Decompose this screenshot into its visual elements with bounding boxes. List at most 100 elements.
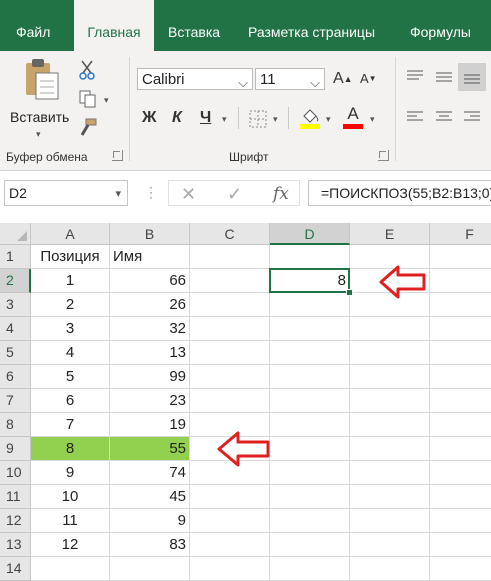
tab-home[interactable]: Главная (74, 0, 154, 52)
row-header-14[interactable]: 14 (0, 557, 31, 581)
cell-a13[interactable]: 12 (31, 533, 110, 557)
cell-a3[interactable]: 2 (31, 293, 110, 317)
cell-e7[interactable] (350, 389, 430, 413)
cell-c6[interactable] (190, 365, 270, 389)
align-middle-icon[interactable] (434, 69, 454, 85)
cell-a11[interactable]: 10 (31, 485, 110, 509)
cell-e11[interactable] (350, 485, 430, 509)
resize-handle-icon[interactable]: ⋮ (144, 184, 159, 201)
cell-a4[interactable]: 3 (31, 317, 110, 341)
cell-e9[interactable] (350, 437, 430, 461)
italic-button[interactable]: К (172, 108, 182, 128)
cell-b6[interactable]: 99 (110, 365, 190, 389)
align-top-icon[interactable] (405, 69, 425, 85)
tab-file[interactable]: Файл (16, 0, 50, 51)
cell-f8[interactable] (430, 413, 491, 437)
font-color-dropdown-icon[interactable]: ▾ (370, 114, 375, 125)
cell-c7[interactable] (190, 389, 270, 413)
cell-f7[interactable] (430, 389, 491, 413)
cell-c11[interactable] (190, 485, 270, 509)
cell-b10[interactable]: 74 (110, 461, 190, 485)
cell-b12[interactable]: 9 (110, 509, 190, 533)
cell-a12[interactable]: 11 (31, 509, 110, 533)
cell-b9[interactable]: 55 (110, 437, 190, 461)
cell-d11[interactable] (270, 485, 350, 509)
cell-c2[interactable] (190, 269, 270, 293)
cell-d7[interactable] (270, 389, 350, 413)
paste-button[interactable]: Вставить ▾ (6, 57, 70, 139)
cell-d12[interactable] (270, 509, 350, 533)
bold-button[interactable]: Ж (142, 108, 156, 128)
borders-dropdown-icon[interactable]: ▾ (273, 114, 278, 125)
cell-f13[interactable] (430, 533, 491, 557)
cell-a9[interactable]: 8 (31, 437, 110, 461)
row-header-13[interactable]: 13 (0, 533, 31, 557)
enter-icon[interactable]: ✓ (227, 184, 242, 205)
align-center-icon[interactable] (434, 109, 454, 125)
cell-e5[interactable] (350, 341, 430, 365)
cell-f14[interactable] (430, 557, 491, 581)
cell-f9[interactable] (430, 437, 491, 461)
cell-e6[interactable] (350, 365, 430, 389)
row-header-1[interactable]: 1 (0, 245, 31, 269)
cell-f4[interactable] (430, 317, 491, 341)
cell-d13[interactable] (270, 533, 350, 557)
cell-b14[interactable] (110, 557, 190, 581)
tab-insert[interactable]: Вставка (168, 0, 220, 51)
shrink-font-button[interactable]: A▼ (360, 69, 377, 89)
row-header-3[interactable]: 3 (0, 293, 31, 317)
cell-c4[interactable] (190, 317, 270, 341)
align-right-icon[interactable] (462, 109, 482, 125)
align-left-icon[interactable] (405, 109, 425, 125)
cell-f2[interactable] (430, 269, 491, 293)
cell-b3[interactable]: 26 (110, 293, 190, 317)
cell-b7[interactable]: 23 (110, 389, 190, 413)
tab-page-layout[interactable]: Разметка страницы (248, 0, 375, 51)
cell-a5[interactable]: 4 (31, 341, 110, 365)
cell-c1[interactable] (190, 245, 270, 269)
name-box[interactable]: D2 ▾ (4, 180, 128, 206)
cut-icon[interactable] (78, 59, 96, 81)
cell-b5[interactable]: 13 (110, 341, 190, 365)
column-header-d[interactable]: D (270, 223, 350, 245)
cell-a14[interactable] (31, 557, 110, 581)
cell-f5[interactable] (430, 341, 491, 365)
select-all-button[interactable] (0, 223, 31, 245)
row-header-7[interactable]: 7 (0, 389, 31, 413)
cell-f10[interactable] (430, 461, 491, 485)
formula-input[interactable]: =ПОИСКПОЗ(55;B2:B13;0) (308, 180, 491, 206)
cell-f1[interactable] (430, 245, 491, 269)
row-header-12[interactable]: 12 (0, 509, 31, 533)
cell-c12[interactable] (190, 509, 270, 533)
cell-b11[interactable]: 45 (110, 485, 190, 509)
column-header-b[interactable]: B (110, 223, 190, 245)
tab-formulas[interactable]: Формулы (410, 0, 471, 51)
row-header-2[interactable]: 2 (0, 269, 31, 293)
cell-c13[interactable] (190, 533, 270, 557)
row-header-4[interactable]: 4 (0, 317, 31, 341)
cell-f11[interactable] (430, 485, 491, 509)
cell-a7[interactable]: 6 (31, 389, 110, 413)
font-launcher-icon[interactable] (378, 150, 389, 161)
align-bottom-button[interactable] (458, 63, 486, 91)
cell-b1[interactable]: Имя (110, 245, 190, 269)
cell-a10[interactable]: 9 (31, 461, 110, 485)
cell-d4[interactable] (270, 317, 350, 341)
column-header-f[interactable]: F (430, 223, 491, 245)
cell-c14[interactable] (190, 557, 270, 581)
copy-dropdown-icon[interactable]: ▾ (104, 95, 109, 106)
cell-c5[interactable] (190, 341, 270, 365)
column-header-c[interactable]: C (190, 223, 270, 245)
row-header-6[interactable]: 6 (0, 365, 31, 389)
underline-dropdown-icon[interactable]: ▾ (222, 114, 227, 125)
cell-d14[interactable] (270, 557, 350, 581)
row-header-11[interactable]: 11 (0, 485, 31, 509)
format-painter-icon[interactable] (78, 117, 98, 137)
font-name-select[interactable]: Calibri ⌵ (137, 68, 253, 90)
insert-function-icon[interactable]: fx (273, 184, 289, 204)
row-header-10[interactable]: 10 (0, 461, 31, 485)
column-header-e[interactable]: E (350, 223, 430, 245)
grow-font-button[interactable]: A▲ (333, 69, 353, 89)
cell-e12[interactable] (350, 509, 430, 533)
cell-d6[interactable] (270, 365, 350, 389)
